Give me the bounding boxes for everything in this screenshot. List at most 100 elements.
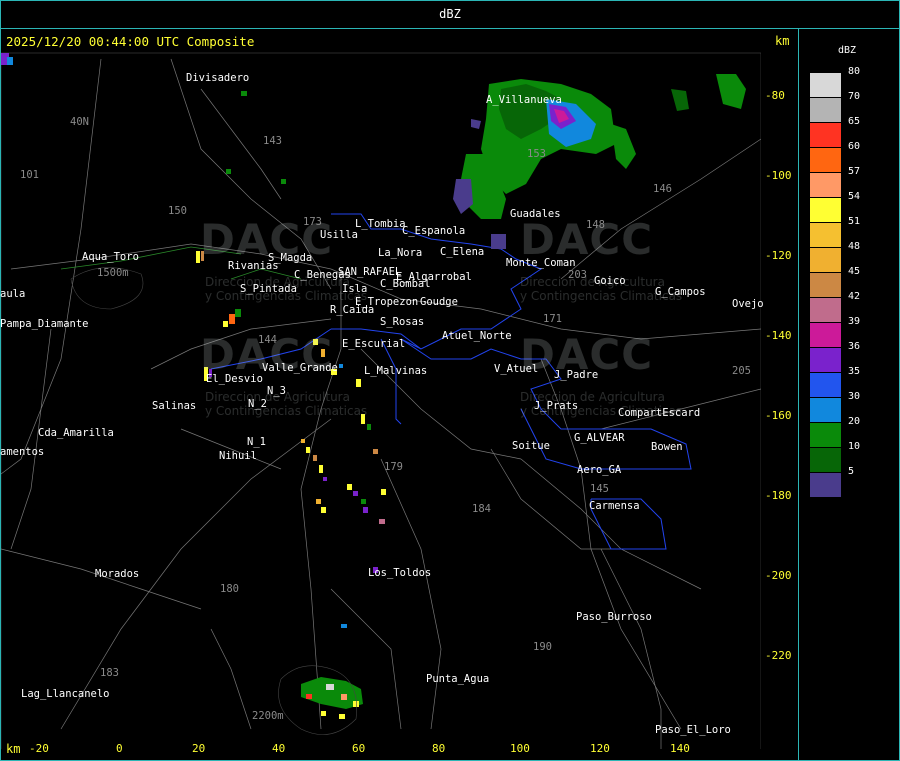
y-tick: -200 (765, 569, 792, 582)
legend-swatch (810, 273, 841, 297)
route-number: 171 (543, 313, 562, 325)
y-tick: -220 (765, 649, 792, 662)
place-label: Paso_El_Loro (655, 724, 731, 736)
x-tick: 100 (510, 742, 530, 755)
legend-label: 20 (848, 416, 861, 427)
y-tick: -120 (765, 249, 792, 262)
legend-swatch (810, 98, 841, 122)
place-label: V_Atuel (494, 363, 539, 375)
place-label: G_ALVEAR (574, 432, 625, 444)
place-label: Nihuil (219, 450, 257, 462)
place-label: E_Escurial (342, 338, 406, 350)
legend-label: 42 (848, 291, 861, 302)
place-label: Morados (95, 568, 140, 580)
route-number: 183 (100, 667, 119, 679)
place-label: R_Caida (330, 304, 375, 316)
place-label: Punta_Agua (426, 673, 490, 685)
legend-label: 5 (848, 466, 855, 477)
route-number: 153 (527, 148, 546, 160)
legend-swatch (810, 348, 841, 372)
x-tick: -20 (29, 742, 49, 755)
legend-label: 80 (848, 66, 861, 77)
legend-swatch (810, 298, 841, 322)
echo-band-south (1, 53, 386, 719)
route-number: 143 (263, 135, 282, 147)
place-label: J_Padre (554, 369, 599, 381)
x-tick: 120 (590, 742, 610, 755)
legend-swatch (810, 198, 841, 222)
legend-label: 48 (848, 241, 861, 252)
timestamp-label: 2025/12/20 00:44:00 UTC Composite (6, 34, 255, 49)
x-tick: 40 (272, 742, 286, 755)
place-label: C_Elena (440, 246, 485, 258)
place-label: Isla (342, 283, 368, 295)
place-label: L_Malvinas (364, 365, 428, 377)
route-number: 184 (472, 503, 491, 515)
legend-swatch (810, 448, 841, 472)
place-label: Aqua_Toro (82, 251, 139, 263)
place-label: Salinas (152, 400, 197, 412)
window-title: dBZ (439, 7, 461, 21)
place-label: Goudge (420, 296, 458, 308)
route-number: 144 (258, 334, 277, 346)
legend-label: 36 (848, 341, 861, 352)
place-label: S_Pintada (240, 283, 297, 295)
place-label: Rivanias (228, 260, 279, 272)
x-tick: 80 (432, 742, 446, 755)
legend-label: 51 (848, 216, 861, 227)
legend-swatch (810, 248, 841, 272)
legend-label: 30 (848, 391, 861, 402)
watermark-sub-3: Direccion de Agricultura y Contingencias … (205, 390, 368, 418)
route-number: 145 (590, 483, 609, 495)
place-label: Lag_Llancanelo (21, 688, 110, 700)
legend-label: 35 (848, 366, 861, 377)
place-label: La_Nora (378, 247, 423, 259)
legend-swatch (810, 173, 841, 197)
title-bar: dBZ (0, 0, 900, 29)
legend-label: 54 (848, 191, 861, 202)
elevation-label: 2200m (252, 710, 284, 722)
y-tick: -160 (765, 409, 792, 422)
place-label: C_Espanola (402, 225, 466, 237)
legend-swatch (810, 223, 841, 247)
legend-swatch (810, 323, 841, 347)
place-label: Carmensa (589, 500, 640, 512)
route-number: 205 (732, 365, 751, 377)
place-label: C_Bombal (380, 278, 431, 290)
legend-swatch (810, 373, 841, 397)
route-number: 190 (533, 641, 552, 653)
legend-label: 65 (848, 116, 861, 127)
legend-swatch (810, 148, 841, 172)
place-label: Valle_Grande (262, 362, 338, 374)
radar-map[interactable] (1, 29, 761, 749)
x-tick: 140 (670, 742, 690, 755)
legend-swatch (810, 73, 841, 97)
x-tick: 60 (352, 742, 366, 755)
route-number: 203 (568, 269, 587, 281)
elevation-label: 1500m (97, 267, 129, 279)
legend-label: 45 (848, 266, 861, 277)
place-label: N_3 (267, 385, 286, 397)
place-label: Atuel_Norte (442, 330, 512, 342)
place-label: Bowen (651, 441, 683, 453)
place-label: Los_Toldos (368, 567, 432, 579)
place-label: aula (0, 288, 26, 300)
district-boundaries (210, 213, 692, 550)
place-label: Cda_Amarilla (38, 427, 114, 439)
place-label: Ovejo (732, 298, 764, 310)
km-unit-top: km (775, 34, 790, 48)
place-label: Monte_Coman (506, 257, 576, 269)
y-tick: -100 (765, 169, 792, 182)
place-label: CompartEscard (618, 407, 701, 419)
legend-label: 10 (848, 441, 861, 452)
place-label: Pampa_Diamante (0, 318, 89, 330)
legend-label: 39 (848, 316, 861, 327)
legend-label: 70 (848, 91, 861, 102)
place-label: Paso_Burroso (576, 611, 652, 623)
place-label: amentos (0, 446, 45, 458)
route-number: 180 (220, 583, 239, 595)
legend-swatch (810, 473, 841, 497)
legend-title: dBZ (838, 45, 857, 56)
place-label: Goico (594, 275, 626, 287)
place-label: Soitue (512, 440, 550, 452)
